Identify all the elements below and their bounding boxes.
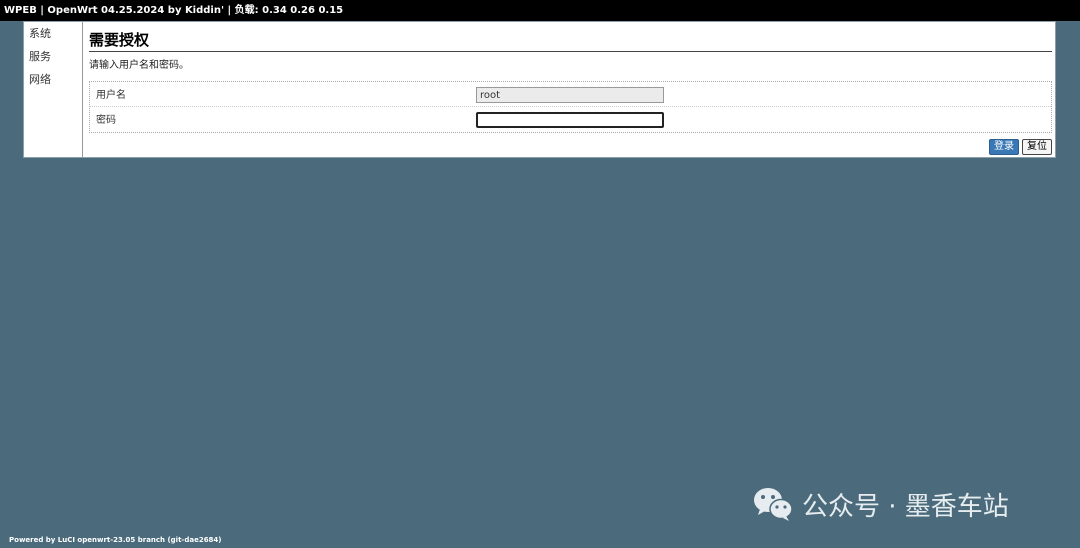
watermark: 公众号 · 墨香车站 <box>752 484 1009 524</box>
password-label: 密码 <box>96 115 116 126</box>
sidebar-item-services[interactable]: 服务 <box>24 45 82 68</box>
main-content: 需要授权 请输入用户名和密码。 用户名 密码 登录 复位 <box>87 22 1052 157</box>
content-panel: 系统 服务 网络 需要授权 请输入用户名和密码。 用户名 密码 登录 复位 <box>23 21 1056 158</box>
password-input[interactable] <box>476 112 664 128</box>
login-fieldset: 用户名 密码 <box>89 81 1052 133</box>
password-row: 密码 <box>90 107 1051 132</box>
page-description: 请输入用户名和密码。 <box>89 60 189 71</box>
footer-text: Powered by LuCI openwrt-23.05 branch (gi… <box>9 536 222 544</box>
sidebar-item-network[interactable]: 网络 <box>24 68 82 91</box>
username-input[interactable] <box>476 87 664 103</box>
watermark-text: 公众号 · 墨香车站 <box>802 491 1009 522</box>
username-row: 用户名 <box>90 82 1051 107</box>
login-button[interactable]: 登录 <box>989 139 1019 155</box>
header-bar: WPEB | OpenWrt 04.25.2024 by Kiddin' | 负… <box>0 0 1080 21</box>
sidebar-item-system[interactable]: 系统 <box>24 22 82 45</box>
sidebar: 系统 服务 网络 <box>24 22 83 157</box>
header-title: WPEB | OpenWrt 04.25.2024 by Kiddin' | 负… <box>4 5 344 16</box>
username-label: 用户名 <box>96 90 126 101</box>
wechat-icon <box>754 488 793 521</box>
reset-button[interactable]: 复位 <box>1022 139 1052 155</box>
page-title: 需要授权 <box>89 31 1052 52</box>
